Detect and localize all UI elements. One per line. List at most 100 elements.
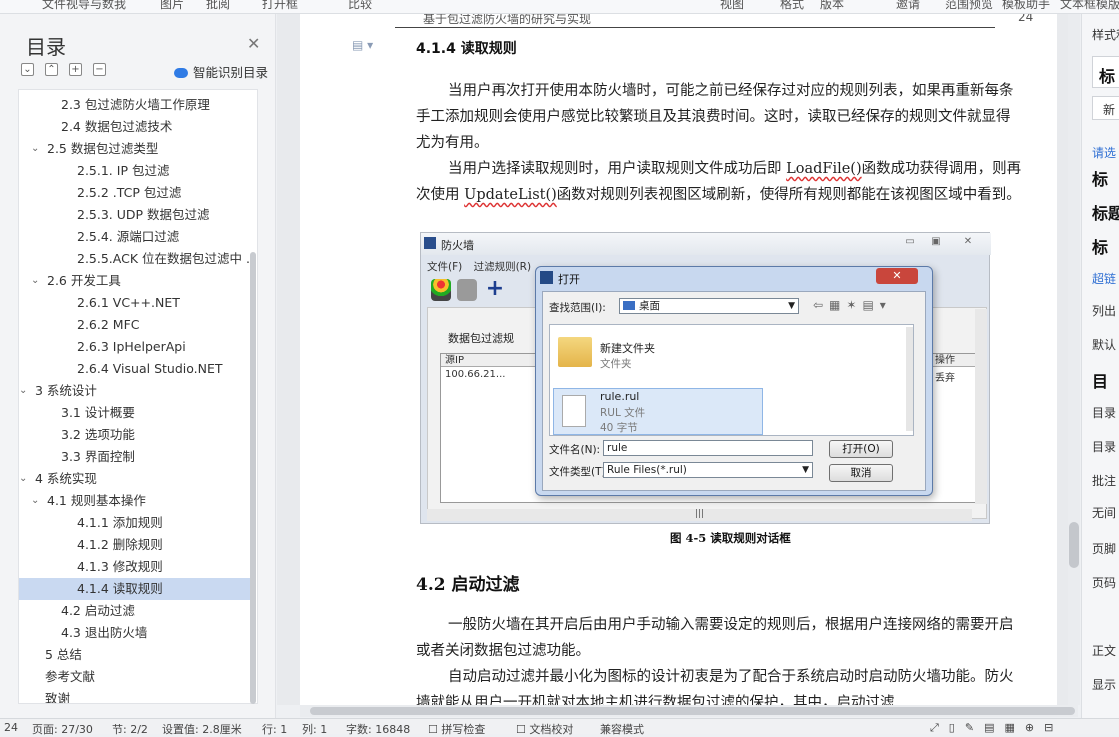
firewall-toolbar: +	[427, 275, 512, 305]
toc-item[interactable]: ⌄ 4.1 规则基本操作	[19, 490, 251, 512]
style-item[interactable]: 目录	[1092, 438, 1116, 455]
toc-item[interactable]: 4.1.2 删除规则	[19, 534, 251, 556]
style-item[interactable]: 批注	[1092, 472, 1116, 489]
file-icon	[562, 395, 586, 427]
view-mode-icons[interactable]: ⤢▯✎▤▦⊕⊟	[930, 721, 1063, 735]
lookin-label: 查找范围(I):	[549, 302, 606, 314]
ribbon-item[interactable]: 文本框模版	[1060, 0, 1119, 12]
document-vscrollbar[interactable]	[1068, 14, 1080, 705]
ribbon-item[interactable]: 邀请	[896, 0, 920, 12]
menu-item: 文件(F)	[427, 261, 463, 273]
toc-item[interactable]: ⌄ 4 系统实现	[19, 468, 251, 490]
toc-item[interactable]: 2.3 包过滤防火墙工作原理	[19, 94, 251, 116]
toc-item[interactable]: 3.2 选项功能	[19, 424, 251, 446]
toc-item-label: 4.1.1 添加规则	[77, 515, 163, 530]
show-label[interactable]: 显示	[1092, 676, 1116, 693]
toc-item[interactable]: 4.1.3 修改规则	[19, 556, 251, 578]
toc-item[interactable]: 2.5.3. UDP 数据包过滤	[19, 204, 251, 226]
style-item[interactable]: 目	[1092, 368, 1108, 392]
style-item[interactable]: 标	[1092, 234, 1108, 258]
toc-item[interactable]: 2.5.4. 源端口过滤	[19, 226, 251, 248]
style-item[interactable]: 列出	[1092, 302, 1116, 319]
chevron-down-icon[interactable]: ⌄	[19, 380, 31, 402]
toc-item[interactable]: 2.5.1. IP 包过滤	[19, 160, 251, 182]
toc-item[interactable]: 3.1 设计概要	[19, 402, 251, 424]
ribbon-item[interactable]: 视图	[720, 0, 744, 12]
document-page[interactable]: ▤ ▾ 基于包过滤防火墙的研究与实现 24 4.1.4 读取规则 当用户再次打开…	[300, 14, 1057, 705]
status-setting[interactable]: 设置值: 2.8厘米	[162, 721, 242, 737]
spellcheck-label: 拼写检查	[441, 723, 486, 736]
toc-item[interactable]: 4.3 退出防火墙	[19, 622, 251, 644]
toc-item-label: 2.3 包过滤防火墙工作原理	[61, 97, 210, 112]
chevron-down-icon[interactable]: ⌄	[19, 468, 31, 490]
style-item[interactable]: 标	[1092, 166, 1108, 190]
ribbon-item[interactable]: 批阅	[206, 0, 230, 12]
toc-item[interactable]: 5 总结	[19, 644, 251, 666]
toc-item-label: 3.3 界面控制	[61, 449, 135, 464]
status-words[interactable]: 字数: 16848	[346, 721, 410, 737]
ribbon-item[interactable]: 文件视导与数我	[42, 0, 126, 12]
toc-title: 目录	[26, 35, 66, 59]
ribbon-item[interactable]: 版本	[820, 0, 844, 12]
document-hscrollbar[interactable]	[300, 705, 1078, 717]
toc-item[interactable]: 参考文献	[19, 666, 251, 688]
remove-heading-icon[interactable]: −	[93, 63, 106, 76]
toc-item[interactable]: 2.5.2 .TCP 包过滤	[19, 182, 251, 204]
style-preview-box[interactable]: 标	[1092, 56, 1119, 88]
file-list: 新建文件夹 文件夹 rule.rul RUL 文件 40 字节	[549, 324, 914, 436]
style-item[interactable]: 标题	[1092, 200, 1119, 224]
toc-item[interactable]: 2.6.1 VC++.NET	[19, 292, 251, 314]
ribbon-item[interactable]: 模板助手	[1002, 0, 1050, 12]
toc-item[interactable]: ⌄ 3 系统设计	[19, 380, 251, 402]
toc-item[interactable]: 4.2 启动过滤	[19, 600, 251, 622]
ribbon-item[interactable]: 打开框	[262, 0, 298, 12]
ribbon-item[interactable]: 格式	[780, 0, 804, 12]
expand-all-icon[interactable]: ⌃	[45, 63, 58, 76]
toc-item[interactable]: 2.6.4 Visual Studio.NET	[19, 358, 251, 380]
style-item[interactable]: 目录	[1092, 404, 1116, 421]
toc-item[interactable]: 3.3 界面控制	[19, 446, 251, 468]
toc-item[interactable]: 2.5.5.ACK 位在数据包过滤中 ...	[19, 248, 251, 270]
style-item[interactable]: 无间	[1092, 504, 1116, 521]
style-item[interactable]: 正文	[1092, 642, 1116, 659]
toc-item[interactable]: ⌄ 2.5 数据包过滤类型	[19, 138, 251, 160]
style-item[interactable]: 页码	[1092, 574, 1116, 591]
ribbon-item[interactable]: 比较	[348, 0, 372, 12]
smart-toc-button[interactable]: 智能识别目录	[174, 62, 268, 81]
page-number: 24	[1018, 14, 1034, 24]
spellcheck-toggle[interactable]: ☐ 拼写检查	[428, 721, 485, 737]
toc-item[interactable]: 2.6.3 IpHelperApi	[19, 336, 251, 358]
scrollbar-thumb[interactable]	[310, 707, 1075, 715]
toc-item[interactable]: 4.1.4 读取规则	[19, 578, 251, 600]
style-item[interactable]: 超链	[1092, 270, 1116, 287]
filetype-value: Rule Files(*.rul)	[607, 464, 687, 476]
toc-item[interactable]: 4.1.1 添加规则	[19, 512, 251, 534]
chevron-down-icon[interactable]: ⌄	[31, 490, 43, 512]
toc-scrollbar[interactable]	[250, 252, 256, 704]
ribbon-item[interactable]: 图片	[160, 0, 184, 12]
toc-item[interactable]: ⌄ 2.6 开发工具	[19, 270, 251, 292]
toc-item-label: 2.6.3 IpHelperApi	[77, 339, 186, 354]
toc-item-label: 2.5.5.ACK 位在数据包过滤中 ...	[77, 251, 251, 266]
collapse-all-icon[interactable]: ⌄	[21, 63, 34, 76]
status-page[interactable]: 页面: 27/30	[32, 721, 93, 737]
toc-item[interactable]: 2.6.2 MFC	[19, 314, 251, 336]
chevron-down-icon[interactable]: ⌄	[31, 138, 43, 160]
add-heading-icon[interactable]: +	[69, 63, 82, 76]
header-text: 基于包过滤防火墙的研究与实现	[423, 14, 592, 26]
style-item[interactable]: 页脚	[1092, 540, 1116, 557]
toc-item[interactable]: 致谢	[19, 688, 251, 703]
toc-item[interactable]: 2.4 数据包过滤技术	[19, 116, 251, 138]
status-col: 列: 1	[302, 723, 328, 736]
chevron-down-icon: ▼	[788, 301, 795, 311]
chevron-down-icon[interactable]: ⌄	[31, 270, 43, 292]
paragraph-menu-icon[interactable]: ▤ ▾	[352, 38, 373, 52]
ribbon-item[interactable]: 范围预览	[945, 0, 993, 12]
proofread-toggle[interactable]: ☐ 文档校对	[516, 721, 573, 737]
scrollbar-thumb[interactable]	[1069, 522, 1079, 568]
style-item[interactable]: 默认	[1092, 336, 1116, 353]
new-style-label: 新	[1103, 103, 1116, 117]
new-style-button[interactable]: 新	[1092, 96, 1119, 120]
close-icon[interactable]: ✕	[247, 34, 260, 53]
folder-name: 新建文件夹	[600, 342, 655, 355]
